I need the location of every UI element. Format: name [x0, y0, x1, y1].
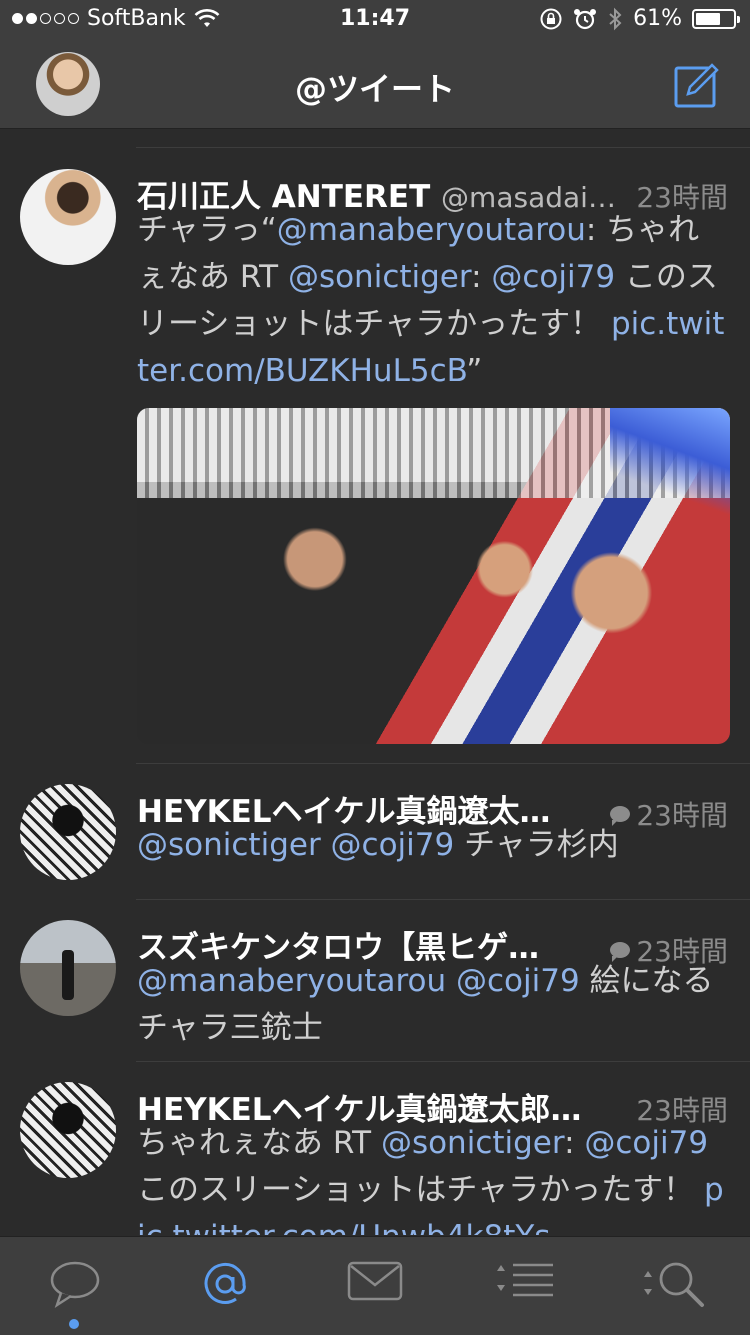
avatar[interactable] — [20, 1082, 116, 1178]
mention-link[interactable]: @coji79 — [331, 827, 455, 863]
tab-search[interactable] — [600, 1237, 750, 1335]
avatar[interactable] — [20, 169, 116, 265]
mention-link[interactable]: @sonictiger — [137, 827, 321, 863]
tweet-header: HEYKELヘイケル真鍋遼太… 23時間 — [137, 786, 728, 832]
search-icon — [644, 1262, 704, 1307]
rotation-lock-icon — [540, 8, 562, 29]
tweet-timeline[interactable]: 石川正人 ANTERET @masadai… 23時間 チャラっ“@manabe… — [0, 129, 750, 1235]
tab-messages[interactable] — [300, 1237, 450, 1335]
tweet-header: HEYKELヘイケル真鍋遼太郎… 23時間 — [137, 1084, 728, 1128]
tab-lists[interactable] — [450, 1237, 600, 1335]
unread-dot — [69, 1319, 79, 1329]
status-right: 61% — [539, 6, 740, 31]
divider — [136, 899, 750, 900]
alarm-icon — [574, 8, 597, 29]
tab-mentions[interactable] — [150, 1237, 300, 1335]
tab-timeline[interactable] — [0, 1237, 150, 1335]
mention-link[interactable]: @coji79 — [491, 259, 615, 295]
reply-bubble-icon — [610, 806, 631, 826]
avatar[interactable] — [20, 920, 116, 1016]
divider — [136, 147, 750, 148]
messages-envelope-icon — [347, 1261, 403, 1301]
tweet-text: @sonictiger @coji79 チャラ杉内 — [137, 827, 619, 863]
tweet-header: スズキケンタロウ【黒ヒゲ… 23時間 — [137, 922, 728, 968]
mentions-at-icon — [204, 1262, 246, 1304]
divider — [136, 1061, 750, 1062]
page-title: @ツイート — [294, 70, 455, 108]
navigation-bar: @ツイート — [0, 40, 750, 129]
mention-link[interactable]: @sonictiger — [288, 259, 471, 295]
avatar[interactable] — [20, 784, 116, 880]
tweet-text: チャラっ“@manaberyoutarou: ちゃれぇなあ RT @sonict… — [137, 212, 725, 389]
tweet-header: 石川正人 ANTERET @masadai… 23時間 — [137, 171, 728, 215]
compose-icon[interactable] — [674, 62, 720, 108]
mention-link[interactable]: @sonictiger — [381, 1125, 564, 1161]
tweet-text: @manaberyoutarou @coji79 絵になるチャラ三銃士 — [137, 963, 714, 1046]
reply-bubble-icon — [610, 942, 631, 962]
battery-percent: 61% — [633, 6, 682, 31]
tweet-text: ちゃれぇなあ RT @sonictiger: @coji79 このスリーショット… — [137, 1120, 728, 1235]
mention-link[interactable]: @coji79 — [456, 963, 580, 999]
lists-icon — [497, 1263, 553, 1297]
timeline-bubble-icon — [50, 1261, 100, 1308]
tab-bar — [0, 1236, 750, 1335]
status-bar: SoftBank 11:47 61% — [0, 0, 750, 40]
battery-icon — [692, 8, 740, 29]
divider — [136, 763, 750, 764]
bluetooth-icon — [609, 7, 622, 30]
tweet-photo[interactable] — [137, 408, 730, 744]
mention-link[interactable]: @manaberyoutarou — [277, 212, 586, 248]
mention-link[interactable]: @manaberyoutarou — [137, 963, 446, 999]
mention-link[interactable]: @coji79 — [584, 1125, 708, 1161]
